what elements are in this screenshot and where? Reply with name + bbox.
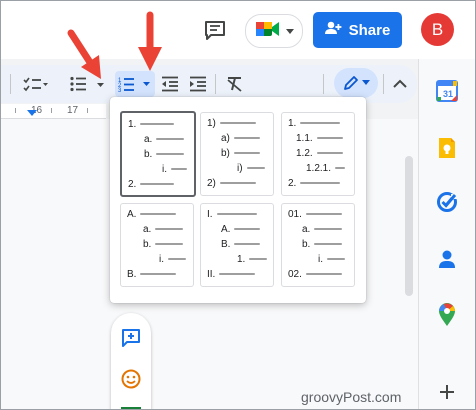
list-marker: 1)	[207, 117, 216, 129]
app-frame: Share B 1 2 3 16 17 31 1. a. b. i. 2. 1)…	[0, 0, 476, 410]
list-marker: 1.	[288, 117, 297, 129]
list-marker: a.	[144, 133, 153, 145]
maps-icon[interactable]	[432, 300, 462, 330]
document-scrollbar[interactable]	[405, 156, 413, 296]
add-comment-icon[interactable]	[119, 326, 143, 350]
svg-text:3: 3	[118, 88, 122, 93]
list-marker: b.	[144, 148, 153, 160]
share-label: Share	[348, 21, 391, 39]
annotation-arrow-icon	[67, 29, 101, 79]
list-marker: b.	[143, 238, 152, 250]
contacts-icon[interactable]	[432, 244, 462, 274]
list-marker: B.	[221, 238, 231, 250]
list-marker: II.	[207, 268, 216, 280]
decrease-indent-button[interactable]	[159, 73, 181, 95]
list-marker: i.	[162, 163, 167, 175]
list-marker: b)	[221, 147, 230, 159]
list-marker: B.	[127, 268, 137, 280]
list-marker: a)	[221, 132, 230, 144]
list-style-option[interactable]: 1. 1.1. 1.2. 1.2.1. 2.	[281, 112, 355, 196]
numbered-list-icon: 1 2 3	[118, 78, 150, 93]
increase-indent-button[interactable]	[187, 73, 209, 95]
avatar-initial: B	[431, 19, 444, 39]
comment-history-icon[interactable]	[200, 15, 230, 45]
list-marker: 1.	[237, 253, 246, 265]
toolbar-divider	[215, 74, 216, 94]
list-marker: b.	[302, 238, 311, 250]
ruler: 16 17	[1, 104, 106, 119]
list-marker: A.	[221, 223, 231, 235]
person-add-icon	[324, 21, 342, 39]
list-marker: 1.	[128, 118, 137, 130]
checklist-icon	[23, 77, 48, 92]
decrease-indent-icon	[162, 76, 178, 92]
ruler-tick	[15, 108, 16, 113]
chevron-down-icon	[361, 80, 370, 85]
floating-action-bar	[111, 313, 151, 409]
clear-formatting-button[interactable]	[223, 73, 247, 95]
list-marker: i.	[159, 253, 164, 265]
list-marker: 1.2.1.	[306, 162, 332, 174]
toolbar-divider	[323, 74, 324, 94]
chevron-down-icon	[285, 22, 294, 40]
list-marker: A.	[127, 208, 137, 220]
list-style-option[interactable]: 01. a. b. i. 02.	[281, 203, 355, 287]
keep-icon[interactable]	[432, 133, 462, 163]
clear-formatting-icon	[227, 77, 242, 92]
indent-marker-icon[interactable]	[27, 110, 37, 117]
list-marker: 01.	[288, 208, 302, 220]
pencil-icon	[343, 76, 358, 90]
numbered-list-button[interactable]: 1 2 3	[115, 71, 155, 97]
tasks-icon[interactable]	[432, 187, 462, 217]
list-style-option[interactable]: A. a. b. i. B.	[120, 203, 194, 287]
list-marker: 1.1.	[296, 132, 313, 144]
list-marker: i)	[237, 162, 243, 174]
list-marker: 2)	[207, 177, 216, 189]
chevron-up-icon	[393, 79, 407, 88]
svg-text:31: 31	[443, 89, 453, 99]
list-marker: a.	[143, 223, 152, 235]
increase-indent-icon	[190, 76, 206, 92]
list-marker: I.	[207, 208, 213, 220]
side-panel: 31	[418, 59, 475, 409]
avatar[interactable]: B	[421, 13, 454, 46]
numbered-list-menu: 1. a. b. i. 2. 1) a) b) i) 2) 1. 1.1. 1.…	[110, 97, 366, 303]
list-marker: 2.	[128, 178, 137, 190]
list-style-option[interactable]: 1. a. b. i. 2.	[120, 111, 196, 197]
ruler-tick	[87, 108, 88, 113]
list-style-option[interactable]: 1) a) b) i) 2)	[200, 112, 274, 196]
meet-button[interactable]	[245, 14, 303, 48]
toolbar-divider	[10, 74, 11, 94]
editing-mode-button[interactable]	[334, 68, 378, 98]
add-icon[interactable]	[432, 377, 462, 407]
ruler-tick	[51, 108, 52, 113]
collapse-menus-button[interactable]	[389, 73, 411, 95]
emoji-icon[interactable]	[119, 367, 143, 391]
annotation-arrow-icon	[138, 11, 162, 71]
watermark: groovyPost.com	[301, 389, 402, 405]
toolbar-divider	[383, 74, 384, 94]
checklist-button[interactable]	[21, 73, 51, 95]
calendar-icon[interactable]: 31	[432, 76, 462, 106]
list-marker: 1.2.	[296, 147, 313, 159]
google-meet-icon	[255, 19, 281, 44]
list-marker: 2.	[288, 177, 297, 189]
share-button[interactable]: Share	[313, 12, 402, 48]
list-marker: i.	[318, 253, 323, 265]
list-marker: a.	[302, 223, 311, 235]
ruler-label: 17	[67, 105, 79, 116]
list-style-option[interactable]: I. A. B. 1. II.	[200, 203, 274, 287]
list-marker: 02.	[288, 268, 302, 280]
